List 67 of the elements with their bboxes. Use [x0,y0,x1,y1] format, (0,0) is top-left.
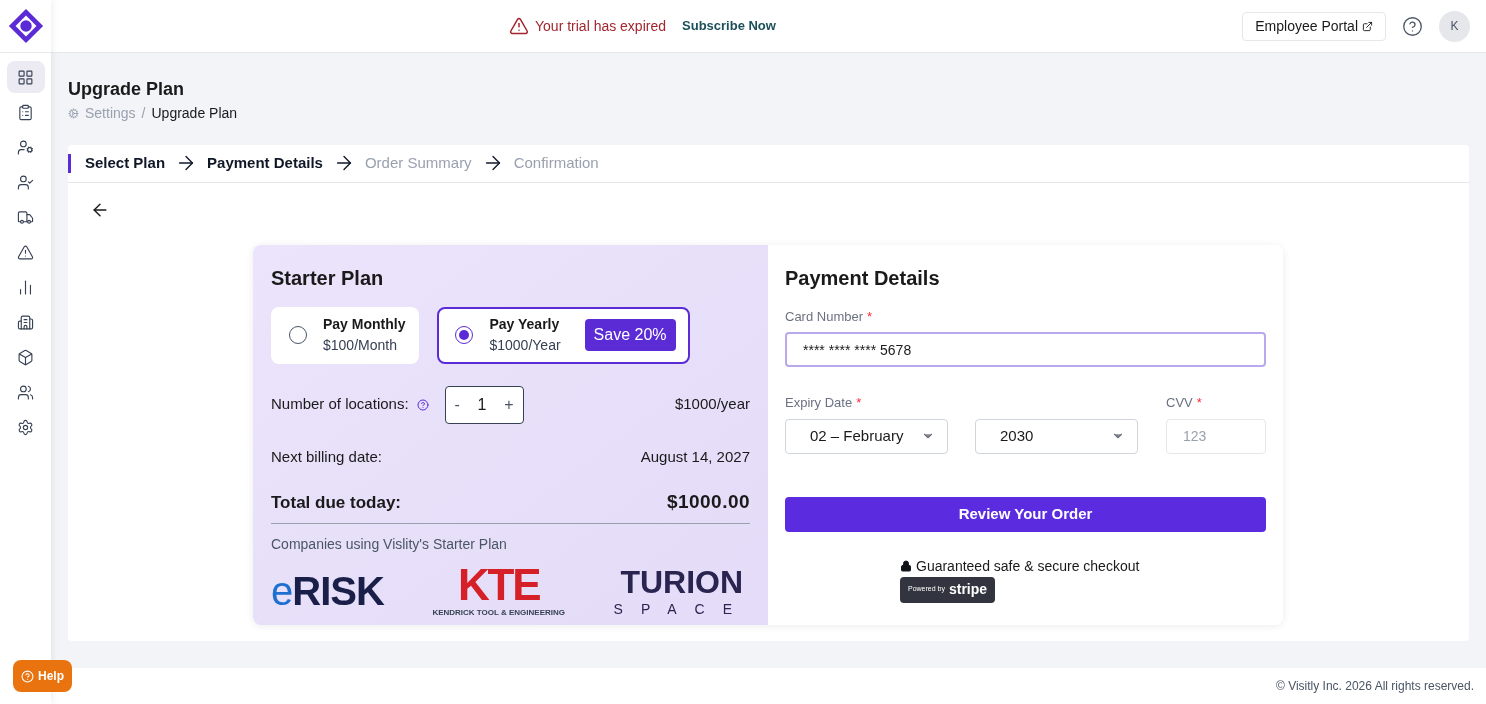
building-icon [17,313,34,331]
cube-icon [17,348,34,366]
help-icon [21,669,34,683]
settings-icon [17,418,34,436]
increment-button[interactable]: + [504,392,514,417]
trial-notice: Your trial has expired [535,16,666,36]
bar-chart-icon [17,278,34,296]
company-logo: TURION SPACE [613,565,750,616]
decrement-button[interactable]: - [454,392,460,417]
step-label: Select Plan [85,152,166,173]
billing-label: Next billing date: [271,446,382,467]
company-logo: eRISK [271,570,384,611]
expiry-label: Expiry Date [785,394,853,412]
copyright: © Visitly Inc. 2026 All rights reserved. [1275,678,1474,695]
locations-label: Number of locations: [271,394,409,415]
logo-icon [6,7,45,45]
secure-note: Guaranteed safe & secure checkout [916,556,1140,576]
breadcrumb-separator: / [141,103,146,123]
user-avatar[interactable]: K [1439,10,1470,42]
grid-icon [17,68,34,86]
user-check-icon [17,173,34,191]
users-icon [17,383,34,401]
total-amount: $1000.00 [666,490,750,514]
employee-portal-button[interactable]: Employee Portal [1242,11,1386,41]
cvv-label: CVV [1166,394,1193,412]
cvv-input[interactable]: 123 [1166,418,1266,454]
plan-title: Starter Plan [271,265,385,291]
month-select[interactable]: 02 – February [785,418,948,454]
billing-option[interactable]: Pay Monthly $100/Month [271,306,420,364]
required-mark: * [856,394,862,412]
step-indicator [68,153,71,173]
user-gear-icon [17,138,34,156]
card-number-label: Card Number [785,307,864,326]
step-label: Confirmation [513,152,599,173]
option-price: $1000/Year [489,336,561,355]
lock-icon [900,560,912,572]
subscribe-link[interactable]: Subscribe Now [682,16,776,36]
billing-option[interactable]: Pay Yearly $1000/Year Save 20% [437,306,690,364]
option-label: Pay Yearly [489,315,561,334]
companies-caption: Companies using Vislity's Starter Plan [271,534,508,554]
card-number-input[interactable]: **** **** **** 5678 [785,332,1266,367]
clipboard-icon [17,103,34,121]
settings-icon [68,107,79,119]
info-icon[interactable] [416,398,429,411]
discount-badge: Save 20% [584,319,676,351]
step-label: Payment Details [207,152,323,173]
year-select[interactable]: 2030 [975,418,1138,454]
payment-title: Payment Details [785,265,941,291]
option-price: $100/Month [323,336,398,355]
breadcrumb-current: Upgrade Plan [151,103,238,123]
required-mark: * [867,307,873,326]
warning-icon [17,243,34,261]
company-logo: KTE KENDRICK TOOL & ENGINEERING [432,562,565,619]
page-title: Upgrade Plan [68,78,186,101]
review-order-button[interactable]: Review Your Order [785,496,1266,532]
truck-icon [17,208,34,226]
option-label: Pay Monthly [323,315,406,334]
external-link-icon [1362,20,1373,32]
required-mark: * [1196,394,1202,412]
sidebar-item[interactable] [6,61,45,93]
quantity-value: 1 [477,394,487,415]
total-label: Total due today: [271,491,401,514]
step-label: Order Summary [364,152,472,173]
warning-icon [509,16,529,36]
billing-date: August 14, 2027 [640,446,750,467]
locations-price: $1000/year [674,394,750,415]
help-icon[interactable] [1402,15,1423,37]
